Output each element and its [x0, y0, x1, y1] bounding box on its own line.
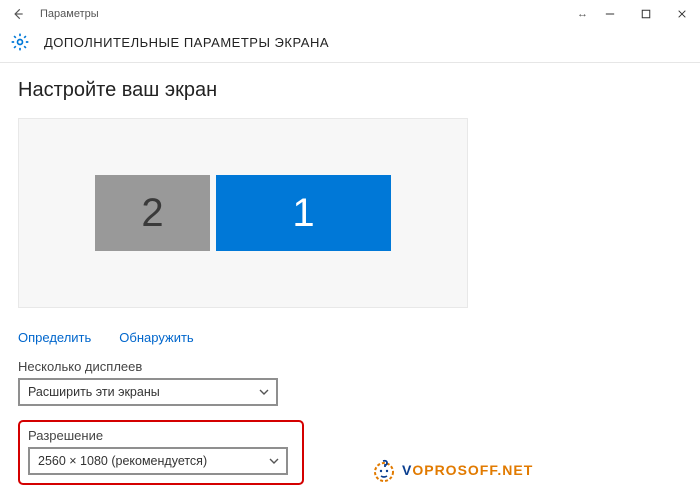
watermark: VOPROSOFF.NET [372, 458, 533, 482]
resolution-highlight: Разрешение 2560 × 1080 (рекомендуется) [18, 420, 304, 485]
section-title: Настройте ваш экран [18, 79, 682, 102]
monitor-2-label: 2 [141, 191, 163, 236]
window-title: Параметры [40, 8, 99, 20]
watermark-text: VOPROSOFF.NET [402, 462, 533, 478]
arrow-left-icon [11, 7, 25, 21]
identify-link[interactable]: Определить [18, 330, 91, 345]
back-button[interactable] [8, 4, 28, 24]
minimize-icon [605, 9, 615, 19]
multiple-displays-value: Расширить эти экраны [28, 385, 160, 399]
monitor-actions: Определить Обнаружить [18, 330, 682, 345]
resolution-value: 2560 × 1080 (рекомендуется) [38, 454, 207, 468]
monitor-arrangement-panel[interactable]: 2 1 [18, 118, 468, 308]
monitor-1[interactable]: 1 [216, 175, 391, 251]
page-header: ДОПОЛНИТЕЛЬНЫЕ ПАРАМЕТРЫ ЭКРАНА [0, 28, 700, 62]
resolution-dropdown[interactable]: 2560 × 1080 (рекомендуется) [28, 447, 288, 475]
maximize-button[interactable] [628, 0, 664, 28]
monitor-1-label: 1 [292, 191, 314, 236]
window-controls: ↔ [573, 0, 700, 28]
resize-horizontal-icon: ↔ [573, 8, 592, 20]
question-face-icon [372, 458, 396, 482]
minimize-button[interactable] [592, 0, 628, 28]
monitor-2[interactable]: 2 [95, 175, 210, 251]
close-icon [677, 9, 687, 19]
content-area: Настройте ваш экран 2 1 Определить Обнар… [0, 63, 700, 485]
monitor-arrangement: 2 1 [95, 175, 391, 251]
detect-link[interactable]: Обнаружить [119, 330, 193, 345]
gear-icon [10, 32, 30, 52]
multiple-displays-dropdown[interactable]: Расширить эти экраны [18, 378, 278, 406]
maximize-icon [641, 9, 651, 19]
chevron-down-icon [268, 455, 280, 467]
page-title: ДОПОЛНИТЕЛЬНЫЕ ПАРАМЕТРЫ ЭКРАНА [44, 35, 329, 50]
close-button[interactable] [664, 0, 700, 28]
multiple-displays-label: Несколько дисплеев [18, 359, 682, 374]
title-bar: Параметры ↔ [0, 0, 700, 28]
chevron-down-icon [258, 386, 270, 398]
resolution-label: Разрешение [28, 428, 294, 443]
